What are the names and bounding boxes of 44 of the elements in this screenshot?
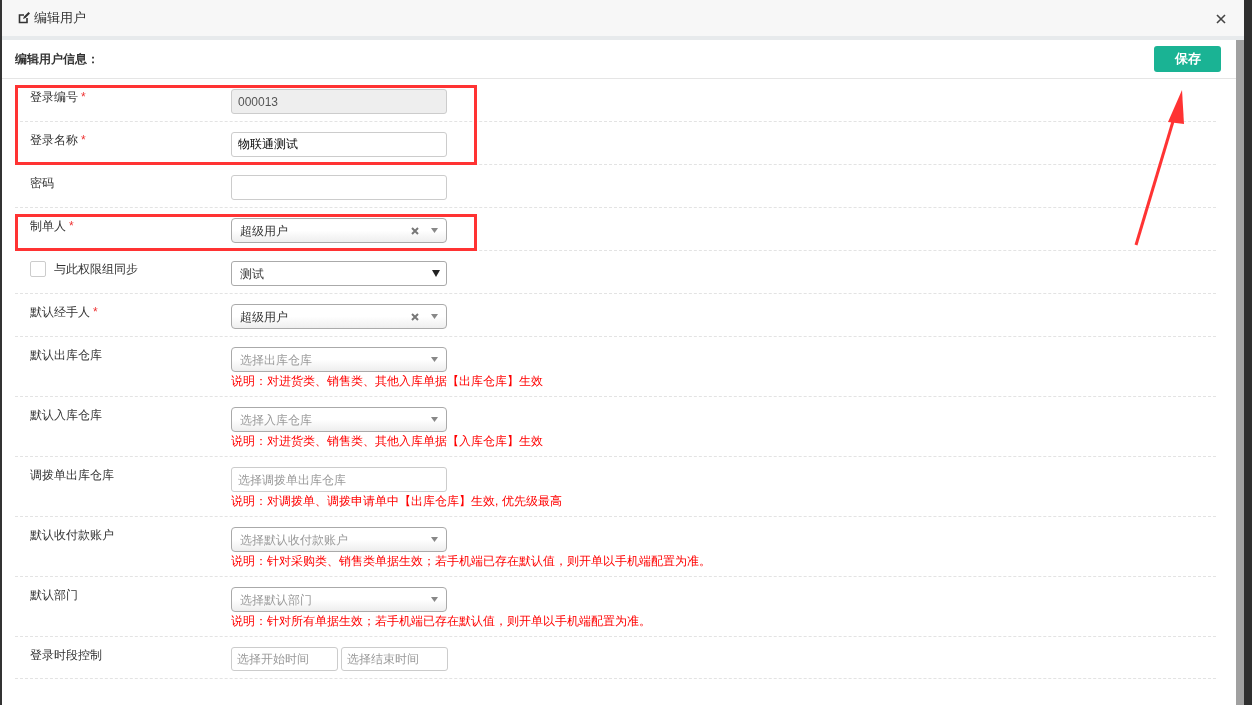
clear-icon[interactable] (411, 312, 419, 321)
caret-icon (431, 597, 438, 602)
hint-text: 说明：对调拨单、调拨申请单中【出库仓库】生效, 优先级最高 (231, 494, 562, 509)
select-field[interactable]: 测试 (231, 261, 447, 286)
edit-icon (18, 12, 30, 24)
caret-icon (432, 270, 440, 277)
hint-text: 说明：针对采购类、销售类单据生效；若手机端已存在默认值，则开单以手机端配置为准。 (231, 554, 711, 569)
time-field[interactable]: 选择开始时间 (231, 647, 338, 671)
field-label: 调拨单出库仓库 (30, 467, 114, 483)
field-label: 默认收付款账户 (30, 527, 114, 543)
hint-text: 说明：对进货类、销售类、其他入库单据【出库仓库】生效 (231, 374, 543, 389)
input-field[interactable]: 物联通测试 (231, 132, 447, 157)
select-field[interactable]: 超级用户 (231, 218, 447, 243)
field-label: 默认出库仓库 (30, 347, 102, 363)
checkbox[interactable] (30, 261, 46, 277)
field-label: 登录时段控制 (30, 647, 102, 663)
dialog-title: 编辑用户 (34, 9, 86, 28)
clear-icon[interactable] (411, 226, 419, 235)
close-icon[interactable] (1216, 13, 1226, 24)
required-mark: * (81, 132, 86, 148)
select-field[interactable]: 超级用户 (231, 304, 447, 329)
caret-icon (431, 228, 438, 233)
field-label: 登录编号 (30, 89, 78, 105)
checkbox-label: 与此权限组同步 (54, 261, 138, 277)
scrollbar[interactable] (1236, 40, 1244, 705)
field-label: 登录名称 (30, 132, 78, 148)
hint-text: 说明：针对所有单据生效；若手机端已存在默认值，则开单以手机端配置为准。 (231, 614, 651, 629)
required-mark: * (81, 89, 86, 105)
field-label: 制单人 (30, 218, 66, 234)
required-mark: * (93, 304, 98, 320)
caret-icon (431, 357, 438, 362)
time-field[interactable]: 选择结束时间 (341, 647, 448, 671)
input-field[interactable]: 选择调拨单出库仓库 (231, 467, 447, 492)
field-label: 密码 (30, 175, 54, 191)
field-label: 默认部门 (30, 587, 78, 603)
caret-icon (431, 417, 438, 422)
field-label: 默认入库仓库 (30, 407, 102, 423)
required-mark: * (69, 218, 74, 234)
field-label: 默认经手人 (30, 304, 90, 320)
caret-icon (431, 314, 438, 319)
hint-text: 说明：对进货类、销售类、其他入库单据【入库仓库】生效 (231, 434, 543, 449)
section-title: 编辑用户信息： (15, 51, 99, 68)
caret-icon (431, 537, 438, 542)
input-field[interactable] (231, 175, 447, 200)
